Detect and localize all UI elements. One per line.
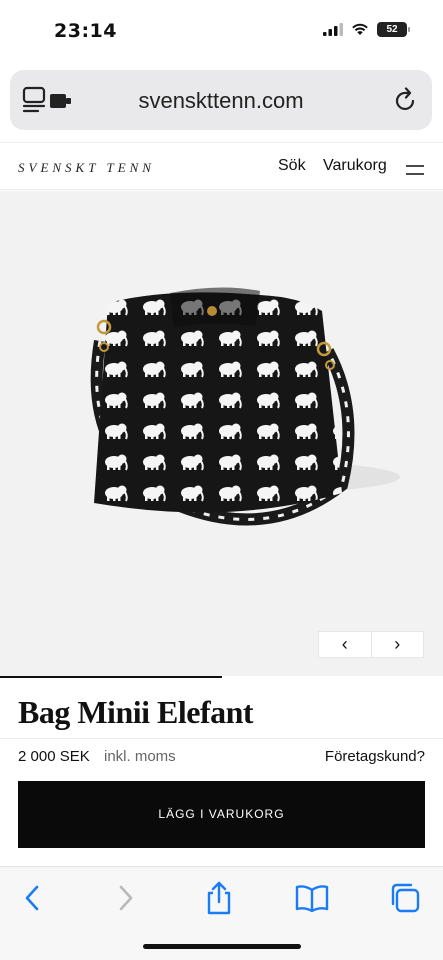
chevron-right-icon: › <box>394 634 401 654</box>
carousel-next-button[interactable]: › <box>370 632 424 657</box>
reload-icon[interactable] <box>394 87 418 118</box>
tabs-icon[interactable] <box>385 881 425 915</box>
add-to-cart-button[interactable]: LÄGG I VARUKORG <box>18 781 425 848</box>
carousel-prev-button[interactable]: ‹ <box>319 632 371 657</box>
carousel-controls: ‹ › <box>318 631 424 658</box>
url-bar[interactable]: svenskttenn.com <box>10 70 432 130</box>
battery-icon: 52 <box>377 22 410 37</box>
status-time: 23:14 <box>54 20 117 42</box>
site-logo[interactable]: Svenskt Tenn <box>18 160 155 176</box>
forward-icon[interactable] <box>106 881 146 915</box>
url-text[interactable]: svenskttenn.com <box>10 88 432 114</box>
share-icon[interactable] <box>199 881 239 915</box>
nav-search-link[interactable]: Sök <box>278 157 306 175</box>
status-bar: 23:14 52 <box>0 0 443 66</box>
chevron-left-icon: ‹ <box>341 634 348 654</box>
back-icon[interactable] <box>12 881 52 915</box>
business-customer-link[interactable]: Företagskund? <box>325 748 425 765</box>
product-price: 2 000 SEK <box>18 748 90 765</box>
product-image <box>90 287 400 526</box>
hamburger-icon[interactable] <box>406 162 424 180</box>
signal-icon <box>323 23 343 36</box>
product-title: Bag Minii Elefant <box>18 694 254 730</box>
vat-note: inkl. moms <box>104 748 176 765</box>
status-icons: 52 <box>323 22 410 37</box>
carousel-progress-track <box>0 676 443 678</box>
carousel-progress-fill <box>0 676 222 678</box>
nav-cart-link[interactable]: Varukorg <box>323 157 387 175</box>
divider <box>0 738 443 739</box>
wifi-icon <box>352 23 368 35</box>
bookmarks-icon[interactable] <box>292 881 332 915</box>
site-header: Svenskt Tenn Sök Varukorg <box>0 142 443 190</box>
product-image-area[interactable] <box>0 191 443 677</box>
home-indicator[interactable] <box>143 944 301 949</box>
